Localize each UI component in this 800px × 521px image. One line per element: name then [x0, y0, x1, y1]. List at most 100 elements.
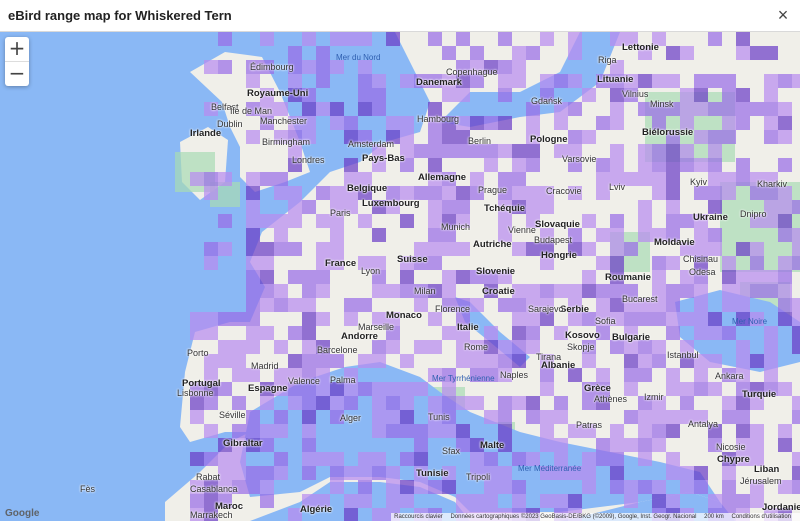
city-label: Rabat [196, 472, 221, 482]
range-cell [260, 396, 274, 410]
range-cell [610, 102, 624, 116]
range-cell [596, 172, 610, 186]
range-cell [274, 340, 288, 354]
city-label: Naples [500, 370, 529, 380]
range-cell [190, 312, 204, 326]
range-cell [302, 452, 316, 466]
country-label: Roumanie [605, 272, 651, 283]
range-cell [568, 102, 582, 116]
range-cell [736, 158, 750, 172]
range-cell [302, 424, 316, 438]
range-cell [582, 242, 596, 256]
range-cell [414, 340, 428, 354]
terms-link[interactable]: Conditions d'utilisation [731, 514, 791, 520]
range-cell [750, 424, 764, 438]
range-cell [512, 354, 526, 368]
range-cell [260, 284, 274, 298]
map-attribution: Raccourcis clavier Données cartographiqu… [391, 513, 800, 521]
range-cell [330, 452, 344, 466]
range-cell [568, 494, 582, 508]
range-cell [246, 214, 260, 228]
range-cell [260, 298, 274, 312]
range-cell [652, 144, 666, 158]
country-label: Liban [754, 464, 780, 475]
range-cell [680, 396, 694, 410]
range-cell [596, 284, 610, 298]
range-cell [694, 130, 708, 144]
range-cell [610, 144, 624, 158]
range-map[interactable]: + − Mer du Nord Mer Noire Mer Tyrrhénien… [0, 32, 800, 521]
range-cell [302, 60, 316, 74]
range-cell [694, 186, 708, 200]
range-cell [372, 424, 386, 438]
range-cell [554, 438, 568, 452]
range-cell [694, 368, 708, 382]
range-cell [442, 186, 456, 200]
range-cell [666, 74, 680, 88]
range-cell [330, 32, 344, 46]
range-cell [274, 242, 288, 256]
range-cell [694, 382, 708, 396]
country-label: Croatie [482, 286, 515, 297]
range-cell [764, 102, 778, 116]
range-cell [442, 382, 456, 396]
range-cell [694, 158, 708, 172]
city-label: Cracovie [546, 186, 582, 196]
range-cell [232, 452, 246, 466]
range-cell [582, 354, 596, 368]
range-cell [610, 116, 624, 130]
country-label: Slovenie [476, 266, 516, 277]
range-cell [568, 284, 582, 298]
range-cell [246, 74, 260, 88]
range-cell [624, 172, 638, 186]
range-cell [722, 270, 736, 284]
google-logo: Google [5, 508, 40, 519]
range-cell [638, 144, 652, 158]
close-icon[interactable]: × [772, 4, 794, 26]
range-cell [274, 284, 288, 298]
zoom-in-button[interactable]: + [5, 37, 29, 61]
range-cell [652, 424, 666, 438]
range-cell [274, 102, 288, 116]
range-cell [680, 158, 694, 172]
range-cell [400, 74, 414, 88]
range-cell [708, 172, 722, 186]
map-canvas[interactable] [0, 32, 800, 521]
keyboard-shortcuts-link[interactable]: Raccourcis clavier [394, 514, 443, 520]
range-cell [512, 326, 526, 340]
range-cell [582, 88, 596, 102]
city-label: Chisinau [683, 254, 719, 264]
range-cell [666, 284, 680, 298]
city-label: Berlin [468, 136, 492, 146]
zoom-out-button[interactable]: − [5, 62, 29, 86]
range-cell [260, 494, 274, 508]
range-cell [218, 466, 232, 480]
range-cell [610, 466, 624, 480]
range-cell [428, 424, 442, 438]
range-cell [400, 354, 414, 368]
country-label: Espagne [248, 383, 288, 394]
range-cell [316, 284, 330, 298]
range-cell [778, 438, 792, 452]
range-cell [274, 228, 288, 242]
range-cell [554, 284, 568, 298]
range-cell [372, 284, 386, 298]
range-cell [778, 228, 792, 242]
country-label: Algérie [300, 504, 333, 515]
range-cell [638, 312, 652, 326]
country-label: Malte [480, 440, 505, 451]
range-cell [652, 270, 666, 284]
city-label: Valence [288, 376, 320, 386]
range-cell [596, 368, 610, 382]
range-cell [638, 74, 652, 88]
range-cell [288, 298, 302, 312]
range-cell [722, 466, 736, 480]
range-cell [736, 410, 750, 424]
range-cell [442, 480, 456, 494]
range-cell [708, 32, 722, 46]
range-cell [736, 424, 750, 438]
range-cell [554, 74, 568, 88]
range-cell [190, 452, 204, 466]
range-cell [204, 242, 218, 256]
range-cell [428, 340, 442, 354]
